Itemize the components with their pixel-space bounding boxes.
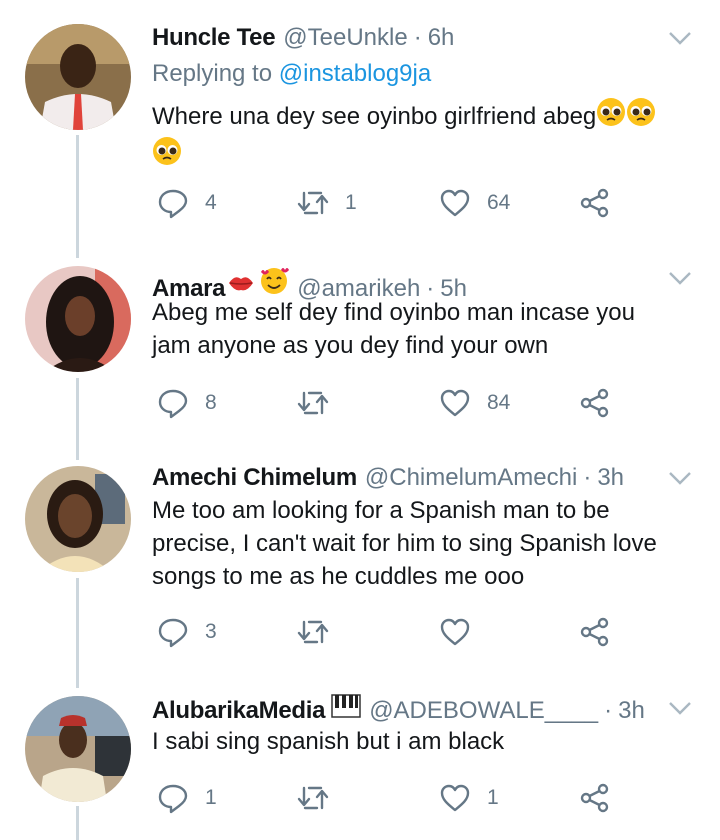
chevron-down-icon[interactable] bbox=[668, 270, 692, 286]
reply-icon bbox=[158, 618, 188, 648]
chevron-down-icon[interactable] bbox=[668, 470, 692, 486]
tweet-text: Me too am looking for a Spanish man to b… bbox=[152, 497, 657, 590]
retweet-icon bbox=[297, 391, 329, 415]
retweet-button[interactable] bbox=[297, 612, 345, 652]
tweet-text: Abeg me self dey find oyinbo man incase … bbox=[152, 299, 635, 359]
separator-dot: · bbox=[583, 464, 592, 491]
heart-icon bbox=[440, 618, 470, 646]
avatar[interactable] bbox=[25, 466, 131, 572]
pleading-face-emoji-icon bbox=[152, 136, 182, 175]
like-button[interactable]: 1 bbox=[439, 778, 499, 818]
avatar[interactable] bbox=[25, 266, 131, 372]
tweet-actions: 3 bbox=[152, 612, 632, 652]
timestamp[interactable]: 3h bbox=[618, 697, 645, 725]
pleading-face-emoji-icon bbox=[596, 97, 626, 136]
retweet-button[interactable] bbox=[297, 383, 345, 423]
separator-dot: · bbox=[413, 24, 422, 51]
tweet[interactable]: Huncle Tee @TeeUnkle · 6h Replying to @i… bbox=[0, 0, 720, 252]
username[interactable]: @TeeUnkle bbox=[283, 24, 407, 52]
chevron-down-icon[interactable] bbox=[668, 700, 692, 716]
share-icon bbox=[580, 617, 609, 647]
retweet-icon bbox=[297, 786, 329, 810]
timestamp[interactable]: 6h bbox=[428, 24, 455, 52]
share-button[interactable] bbox=[579, 383, 611, 423]
tweet-header: Huncle Tee @TeeUnkle · 6h bbox=[152, 24, 454, 60]
pleading-face-emoji-icon bbox=[626, 97, 656, 136]
display-name[interactable]: Huncle Tee bbox=[152, 24, 276, 52]
share-button[interactable] bbox=[579, 612, 611, 652]
reply-icon bbox=[158, 389, 188, 419]
retweet-icon bbox=[297, 191, 329, 215]
separator-dot: · bbox=[604, 697, 613, 724]
like-button[interactable]: 64 bbox=[439, 183, 510, 223]
tweet[interactable]: AlubarikaMedia @ADEBOWALE____ · 3h I sab… bbox=[0, 684, 720, 840]
chevron-down-icon[interactable] bbox=[668, 30, 692, 46]
tweet-text: Where una dey see oyinbo girlfriend abeg bbox=[152, 97, 692, 175]
tweet-actions: 1 1 bbox=[152, 778, 632, 818]
heart-icon bbox=[440, 189, 470, 217]
tweet-text-content: Where una dey see oyinbo girlfriend abeg bbox=[152, 103, 597, 130]
reply-button[interactable]: 4 bbox=[157, 183, 217, 223]
avatar[interactable] bbox=[25, 24, 131, 130]
share-icon bbox=[580, 783, 609, 813]
replying-to-handle[interactable]: @instablog9ja bbox=[279, 60, 431, 87]
avatar-photo bbox=[25, 696, 131, 802]
share-icon bbox=[580, 188, 609, 218]
username[interactable]: @ChimelumAmechi bbox=[365, 464, 577, 492]
reply-count: 3 bbox=[205, 620, 217, 643]
tweet[interactable]: Amara @amarikeh · 5h Abeg me self dey fi… bbox=[0, 252, 720, 454]
reply-count: 4 bbox=[205, 191, 217, 214]
heart-icon bbox=[440, 389, 470, 417]
like-count: 64 bbox=[487, 191, 511, 214]
reply-button[interactable]: 3 bbox=[157, 612, 217, 652]
retweet-count: 1 bbox=[345, 191, 357, 214]
tweet-actions: 8 84 bbox=[152, 383, 632, 423]
retweet-icon bbox=[297, 620, 329, 644]
reply-icon bbox=[158, 784, 188, 814]
share-icon bbox=[580, 388, 609, 418]
like-button[interactable] bbox=[439, 612, 487, 652]
like-count: 1 bbox=[487, 786, 499, 809]
avatar-photo bbox=[25, 466, 131, 572]
avatar-photo bbox=[25, 266, 131, 372]
reply-count: 1 bbox=[205, 786, 217, 809]
display-name[interactable]: Amechi Chimelum bbox=[152, 464, 357, 492]
reply-button[interactable]: 1 bbox=[157, 778, 217, 818]
share-button[interactable] bbox=[579, 183, 611, 223]
replying-to-label: Replying to bbox=[152, 60, 273, 87]
like-button[interactable]: 84 bbox=[439, 383, 510, 423]
timestamp[interactable]: 3h bbox=[597, 464, 624, 492]
retweet-button[interactable]: 1 bbox=[297, 183, 357, 223]
avatar-photo bbox=[25, 24, 131, 130]
like-count: 84 bbox=[487, 391, 511, 414]
tweet-actions: 4 1 64 bbox=[152, 183, 632, 223]
reply-count: 8 bbox=[205, 391, 217, 414]
tweet[interactable]: Amechi Chimelum @ChimelumAmechi · 3h Me … bbox=[0, 454, 720, 684]
retweet-button[interactable] bbox=[297, 778, 345, 818]
musical-keyboard-icon bbox=[331, 694, 361, 725]
avatar[interactable] bbox=[25, 696, 131, 802]
heart-icon bbox=[440, 784, 470, 812]
replying-to: Replying to @instablog9ja bbox=[152, 60, 431, 88]
reply-button[interactable]: 8 bbox=[157, 383, 217, 423]
display-name[interactable]: AlubarikaMedia bbox=[152, 697, 325, 725]
tweet-text: I sabi sing spanish but i am black bbox=[152, 728, 505, 755]
username[interactable]: @ADEBOWALE____ bbox=[369, 697, 598, 725]
share-button[interactable] bbox=[579, 778, 611, 818]
reply-icon bbox=[158, 189, 188, 219]
